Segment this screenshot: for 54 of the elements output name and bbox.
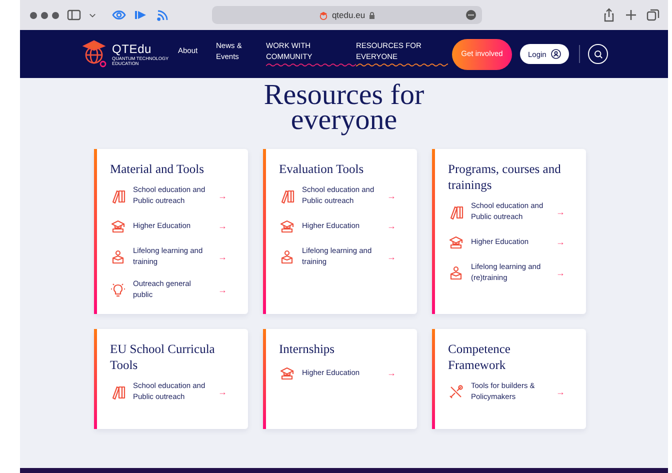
rss-icon[interactable] (156, 8, 170, 22)
arrow-icon[interactable]: → (218, 221, 227, 231)
arrow-icon[interactable]: → (387, 252, 396, 262)
tabs-overview-icon[interactable] (646, 8, 660, 22)
card-title: Internships (279, 341, 336, 357)
graduation-cap-icon (110, 218, 126, 234)
search-button[interactable] (588, 44, 608, 64)
share-icon[interactable] (602, 8, 616, 22)
window-minimize-button[interactable] (41, 12, 48, 18)
page-heading: Resources for everyone (262, 83, 426, 133)
lightbulb-icon (110, 282, 126, 298)
arrow-icon[interactable]: → (556, 268, 565, 278)
eye-icon[interactable] (112, 8, 126, 22)
card-title: EU School Curricula Tools (110, 341, 216, 373)
arrow-icon[interactable]: → (556, 386, 565, 396)
sidebar-icon[interactable] (67, 8, 81, 22)
address-bar[interactable]: qtedu.eu (212, 6, 482, 24)
books-icon (279, 188, 295, 204)
lock-icon (369, 12, 376, 18)
arrow-icon[interactable]: → (218, 252, 227, 262)
graduation-cap-icon (279, 218, 295, 234)
window-zoom-button[interactable] (52, 12, 59, 18)
student-icon (448, 264, 464, 280)
books-icon (448, 204, 464, 220)
arrow-icon[interactable]: → (556, 206, 565, 216)
graduation-cap-icon (279, 365, 295, 381)
address-text: qtedu.eu (332, 10, 366, 20)
student-icon (279, 248, 295, 264)
card-title: Evaluation Tools (279, 161, 365, 177)
card-title: Competence Framework (448, 341, 512, 373)
user-icon (551, 49, 562, 59)
arrow-icon[interactable]: → (387, 221, 396, 231)
card-title: Programs, courses and trainings (448, 161, 562, 193)
graduation-cap-icon (448, 234, 464, 250)
chevron-down-icon[interactable] (89, 12, 96, 18)
logo-icon (82, 40, 108, 68)
books-icon (110, 188, 126, 204)
card-title: Material and Tools (110, 161, 206, 177)
student-icon (110, 248, 126, 264)
arrow-icon[interactable]: → (218, 284, 227, 294)
more-icon[interactable] (466, 10, 476, 20)
favicon-icon (318, 10, 328, 20)
search-icon (594, 50, 603, 58)
play-icon[interactable] (134, 8, 148, 22)
tools-icon (448, 384, 464, 400)
arrow-icon[interactable]: → (556, 237, 565, 247)
arrow-icon[interactable]: → (387, 190, 396, 200)
new-tab-icon[interactable] (624, 8, 638, 22)
books-icon (110, 384, 126, 400)
arrow-icon[interactable]: → (387, 368, 396, 378)
arrow-icon[interactable]: → (218, 386, 227, 396)
arrow-icon[interactable]: → (218, 190, 227, 200)
window-close-button[interactable] (30, 12, 37, 18)
logo-name: QTEdu (112, 42, 153, 56)
